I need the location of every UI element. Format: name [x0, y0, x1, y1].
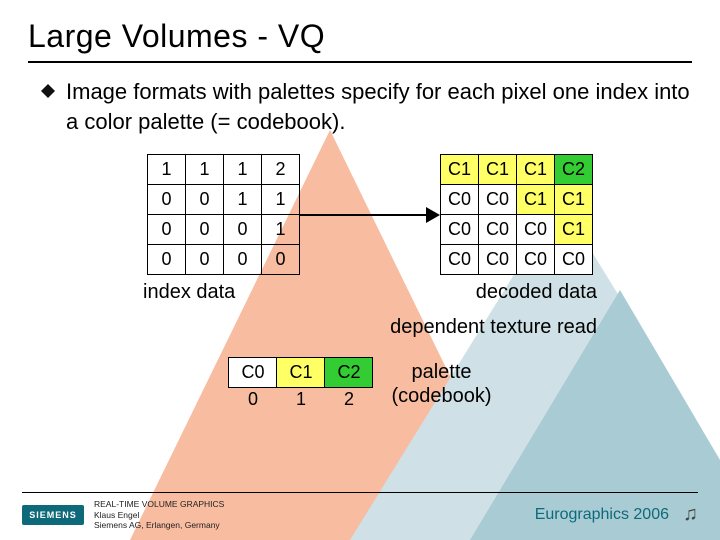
- index-cell: 0: [148, 185, 186, 215]
- decoded-data-grid: C1C1C1C2C0C0C1C1C0C0C0C1C0C0C0C0: [440, 154, 593, 275]
- decoded-cell: C1: [555, 215, 593, 245]
- bullet-diamond-icon: [40, 83, 56, 99]
- siemens-logo: SIEMENS: [22, 505, 84, 525]
- index-cell: 1: [148, 155, 186, 185]
- music-note-icon: ♫: [683, 503, 698, 526]
- palette-table: C0C1C2 012: [228, 357, 373, 411]
- palette-cell: C2: [325, 358, 373, 388]
- index-cell: 1: [224, 185, 262, 215]
- decoded-cell: C0: [517, 245, 555, 275]
- index-cell: 0: [224, 215, 262, 245]
- decoded-data-caption: decoded data: [476, 281, 597, 304]
- palette-index: 2: [325, 388, 373, 412]
- index-cell: 2: [262, 155, 300, 185]
- decoded-cell: C1: [441, 155, 479, 185]
- index-cell: 1: [224, 155, 262, 185]
- palette-index: 1: [277, 388, 325, 412]
- conference-label: Eurographics 2006: [535, 506, 669, 524]
- footer-credits: REAL-TIME VOLUME GRAPHICS Klaus Engel Si…: [94, 499, 224, 530]
- index-cell: 0: [186, 185, 224, 215]
- decoded-cell: C0: [441, 185, 479, 215]
- decoded-cell: C0: [555, 245, 593, 275]
- index-cell: 1: [262, 215, 300, 245]
- index-cell: 1: [262, 185, 300, 215]
- index-cell: 0: [186, 215, 224, 245]
- index-cell: 1: [186, 155, 224, 185]
- palette-label: palette (codebook): [391, 360, 491, 408]
- title-underline: [28, 61, 692, 63]
- bullet-text: Image formats with palettes specify for …: [66, 77, 692, 136]
- decoded-cell: C0: [441, 215, 479, 245]
- decoded-cell: C2: [555, 155, 593, 185]
- slide-title: Large Volumes - VQ: [28, 18, 692, 55]
- decoded-cell: C0: [479, 245, 517, 275]
- palette-cell: C1: [277, 358, 325, 388]
- index-data-grid: 1112001100010000: [147, 154, 300, 275]
- index-cell: 0: [224, 245, 262, 275]
- decoded-cell: C0: [479, 215, 517, 245]
- decoded-cell: C1: [479, 155, 517, 185]
- dependent-texture-read-label: dependent texture read: [28, 316, 692, 339]
- index-cell: 0: [148, 215, 186, 245]
- decoded-cell: C0: [441, 245, 479, 275]
- decoded-cell: C1: [555, 185, 593, 215]
- decoded-cell: C0: [517, 215, 555, 245]
- index-cell: 0: [262, 245, 300, 275]
- palette-cell: C0: [229, 358, 277, 388]
- index-cell: 0: [186, 245, 224, 275]
- index-data-caption: index data: [143, 281, 235, 304]
- palette-index: 0: [229, 388, 277, 412]
- index-cell: 0: [148, 245, 186, 275]
- decoded-cell: C0: [479, 185, 517, 215]
- arrow-right-icon: [300, 203, 440, 227]
- decoded-cell: C1: [517, 155, 555, 185]
- decoded-cell: C1: [517, 185, 555, 215]
- footer-rule: [22, 492, 698, 493]
